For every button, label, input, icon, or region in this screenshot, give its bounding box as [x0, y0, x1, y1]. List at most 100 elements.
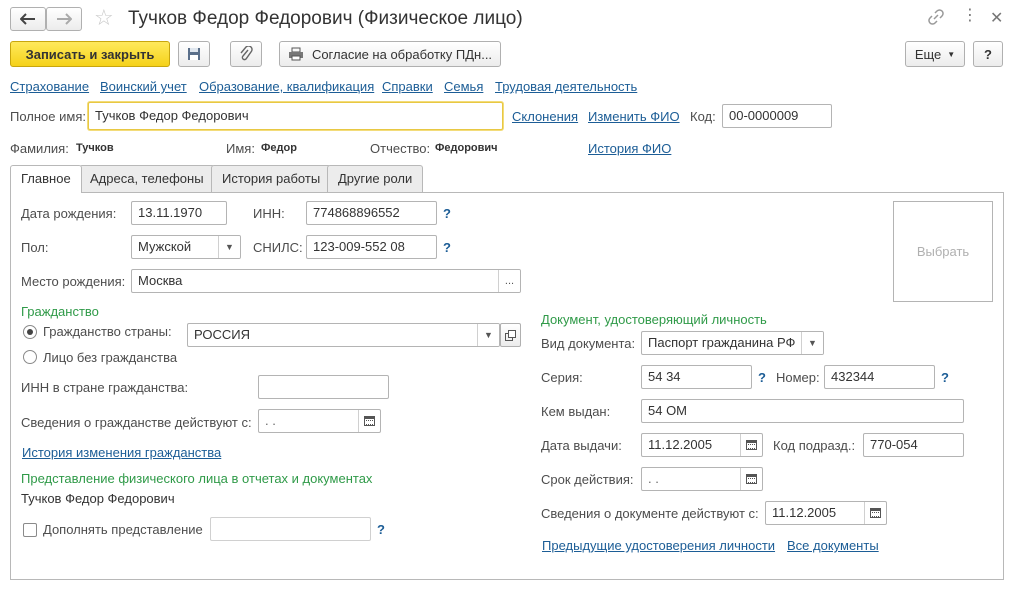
- calendar-icon[interactable]: [358, 410, 380, 432]
- birth-date-value: 13.11.1970: [138, 205, 203, 220]
- more-button[interactable]: Еще ▼: [905, 41, 965, 67]
- attach-button[interactable]: [230, 41, 262, 67]
- snils-help-icon[interactable]: ?: [443, 240, 451, 255]
- calendar-icon[interactable]: [740, 434, 762, 456]
- full-name-label: Полное имя:: [10, 109, 86, 124]
- stateless-radio[interactable]: [23, 350, 37, 364]
- subdivision-input[interactable]: 770-054: [863, 433, 964, 457]
- nav-link-certificates[interactable]: Справки: [382, 79, 433, 94]
- forward-button[interactable]: [46, 7, 82, 31]
- validity-input[interactable]: . .: [641, 467, 763, 491]
- tab-other-roles[interactable]: Другие роли: [327, 165, 424, 192]
- issue-date-label: Дата выдачи:: [541, 438, 622, 453]
- number-help-icon[interactable]: ?: [941, 370, 949, 385]
- all-docs-link[interactable]: Все документы: [787, 538, 879, 553]
- citizenship-country-radio[interactable]: [23, 325, 37, 339]
- favorite-star-icon[interactable]: ☆: [94, 5, 114, 31]
- previous-docs-link[interactable]: Предыдущие удостоверения личности: [542, 538, 775, 553]
- tab-addresses[interactable]: Адреса, телефоны: [79, 165, 215, 192]
- subdivision-label: Код подразд.:: [773, 438, 856, 453]
- supplement-label: Дополнять представление: [43, 522, 203, 537]
- photo-box[interactable]: Выбрать: [893, 201, 993, 302]
- birth-place-input[interactable]: Москва ...: [131, 269, 521, 293]
- window-title: Тучков Федор Федорович (Физическое лицо): [128, 8, 523, 29]
- arrow-right-icon: [57, 13, 72, 25]
- inn-input[interactable]: 774868896552: [306, 201, 437, 225]
- supplement-checkbox[interactable]: [23, 523, 37, 537]
- series-help-icon[interactable]: ?: [758, 370, 766, 385]
- more-vert-icon[interactable]: ⋮: [962, 8, 978, 24]
- citizenship-country-select[interactable]: РОССИЯ ▼: [187, 323, 500, 347]
- tab-work-history-label: История работы: [222, 171, 321, 186]
- nav-link-military[interactable]: Воинский учет: [100, 79, 187, 94]
- link-icon[interactable]: [928, 9, 944, 28]
- nav-link-employment[interactable]: Трудовая деятельность: [495, 79, 637, 94]
- declension-link[interactable]: Склонения: [512, 109, 578, 124]
- stateless-option: Лицо без гражданства: [43, 350, 178, 365]
- tab-work-history[interactable]: История работы: [211, 165, 332, 192]
- supplement-help-icon[interactable]: ?: [377, 522, 385, 537]
- paperclip-icon: [240, 46, 253, 61]
- tab-main[interactable]: Главное: [10, 165, 82, 193]
- gender-select[interactable]: Мужской ▼: [131, 235, 241, 259]
- back-button[interactable]: [10, 7, 46, 31]
- inn-help-icon[interactable]: ?: [443, 206, 451, 221]
- doc-type-label: Вид документа:: [541, 336, 636, 351]
- save-button[interactable]: [178, 41, 210, 67]
- doc-type-select[interactable]: Паспорт гражданина РФ ▼: [641, 331, 824, 355]
- citizenship-valid-from-value: . .: [265, 413, 276, 428]
- doc-type-value: Паспорт гражданина РФ: [648, 335, 796, 350]
- issue-date-value: 11.12.2005: [648, 437, 713, 452]
- birth-place-value: Москва: [138, 273, 183, 288]
- doc-valid-from-input[interactable]: 11.12.2005: [765, 501, 887, 525]
- full-name-input[interactable]: Тучков Федор Федорович: [88, 102, 503, 130]
- citizenship-section-title: Гражданство: [21, 304, 99, 319]
- citizenship-history-link[interactable]: История изменения гражданства: [22, 445, 221, 460]
- birth-date-input[interactable]: 13.11.1970: [131, 201, 227, 225]
- citizenship-valid-from-input[interactable]: . .: [258, 409, 381, 433]
- inn-country-label: ИНН в стране гражданства:: [21, 380, 189, 395]
- doc-valid-from-value: 11.12.2005: [772, 505, 837, 520]
- chevron-down-icon[interactable]: ▼: [477, 324, 499, 346]
- inn-country-input[interactable]: [258, 375, 389, 399]
- number-label: Номер:: [776, 370, 820, 385]
- nav-link-insurance[interactable]: Страхование: [10, 79, 89, 94]
- identity-doc-section-title: Документ, удостоверяющий личность: [541, 312, 767, 327]
- supplement-input[interactable]: [210, 517, 371, 541]
- open-country-button[interactable]: [500, 323, 521, 347]
- patronymic-label: Отчество:: [370, 141, 431, 156]
- nav-link-family[interactable]: Семья: [444, 79, 483, 94]
- surname-value: Тучков: [76, 142, 114, 154]
- tab-addresses-label: Адреса, телефоны: [90, 171, 204, 186]
- change-fio-link[interactable]: Изменить ФИО: [588, 109, 680, 124]
- calendar-icon[interactable]: [864, 502, 886, 524]
- save-and-close-label: Записать и закрыть: [25, 46, 155, 62]
- series-input[interactable]: 54 34: [641, 365, 752, 389]
- full-name-value: Тучков Федор Федорович: [95, 108, 249, 123]
- calendar-icon[interactable]: [740, 468, 762, 490]
- fio-history-link[interactable]: История ФИО: [588, 141, 671, 156]
- number-input[interactable]: 432344: [824, 365, 935, 389]
- citizenship-country-option: Гражданство страны:: [43, 324, 172, 339]
- open-window-icon: [505, 329, 516, 341]
- save-and-close-button[interactable]: Записать и закрыть: [10, 41, 170, 67]
- chevron-down-icon[interactable]: ▼: [801, 332, 823, 354]
- gender-value: Мужской: [138, 239, 192, 254]
- close-icon[interactable]: ✕: [990, 8, 1003, 28]
- snils-value: 123-009-552 08: [313, 239, 405, 254]
- photo-select-label: Выбрать: [916, 244, 970, 259]
- printer-icon: [288, 47, 303, 61]
- ellipsis-button[interactable]: ...: [498, 270, 520, 292]
- issued-by-input[interactable]: 54 ОМ: [641, 399, 964, 423]
- validity-label: Срок действия:: [541, 472, 634, 487]
- chevron-down-icon[interactable]: ▼: [218, 236, 240, 258]
- series-value: 54 34: [648, 369, 681, 384]
- consent-button[interactable]: Согласие на обработку ПДн...: [279, 41, 501, 67]
- snils-input[interactable]: 123-009-552 08: [306, 235, 437, 259]
- nav-link-education[interactable]: Образование, квалификация: [199, 79, 374, 94]
- subdivision-value: 770-054: [870, 437, 918, 452]
- help-button[interactable]: ?: [973, 41, 1003, 67]
- issue-date-input[interactable]: 11.12.2005: [641, 433, 763, 457]
- code-input[interactable]: 00-0000009: [722, 104, 832, 128]
- snils-label: СНИЛС:: [253, 240, 303, 255]
